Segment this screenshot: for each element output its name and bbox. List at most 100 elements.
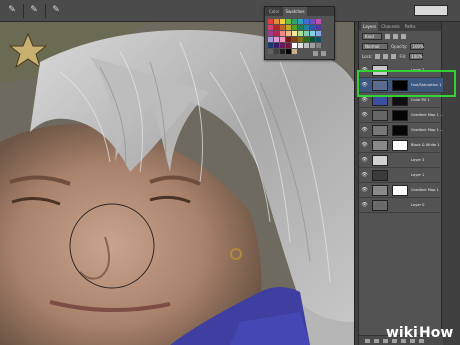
layer-row[interactable]: 👁 Layer 3 [359,153,443,168]
visibility-eye-icon[interactable]: 👁 [361,97,368,104]
fx-icon[interactable] [374,339,379,343]
tab-channels[interactable]: Channels [379,22,402,31]
swatch[interactable] [310,43,315,48]
swatch[interactable] [274,49,279,54]
swatch[interactable] [298,43,303,48]
swatch[interactable] [304,25,309,30]
swatch[interactable] [280,43,285,48]
swatch[interactable] [292,37,297,42]
swatch[interactable] [280,49,285,54]
swatch[interactable] [298,25,303,30]
swatch[interactable] [268,43,273,48]
swatch[interactable] [292,43,297,48]
layer-mask-thumbnail[interactable] [392,185,408,196]
layer-row[interactable]: 👁 Layer 1 [359,168,443,183]
link-icon[interactable] [365,339,370,343]
new-swatch-icon[interactable] [313,51,318,56]
swatch[interactable] [292,19,297,24]
pressure-icon[interactable]: ✎ [28,5,40,16]
swatch[interactable] [304,31,309,36]
swatch[interactable] [274,25,279,30]
visibility-eye-icon[interactable]: 👁 [361,187,368,194]
swatch[interactable] [286,37,291,42]
swatch[interactable] [304,19,309,24]
layer-row[interactable]: 👁 Gradient Map 1 ... [359,108,443,123]
swatch[interactable] [316,37,321,42]
swatch[interactable] [286,31,291,36]
visibility-eye-icon[interactable]: 👁 [361,172,368,179]
blend-mode-select[interactable]: Normal [362,42,388,50]
layer-mask-thumbnail[interactable] [392,110,408,121]
swatch[interactable] [286,49,291,54]
swatch[interactable] [292,31,297,36]
swatch[interactable] [298,37,303,42]
swatch[interactable] [268,31,273,36]
layer-mask-thumbnail[interactable] [392,140,408,151]
lock-pixels-icon[interactable] [375,53,381,59]
swatch[interactable] [304,43,309,48]
layer-thumbnail[interactable] [372,185,388,196]
swatch[interactable] [316,31,321,36]
swatch[interactable] [316,25,321,30]
tab-color[interactable]: Color [267,7,281,16]
layer-thumbnail[interactable] [372,125,388,136]
visibility-eye-icon[interactable]: 👁 [361,112,368,119]
layer-thumbnail[interactable] [372,155,388,166]
swatch[interactable] [274,43,279,48]
layer-row[interactable]: 👁 Gradient Map 1 [359,183,443,198]
swatch[interactable] [310,31,315,36]
workspace-select[interactable] [414,5,448,16]
document-canvas[interactable] [0,22,354,345]
swatch[interactable] [292,25,297,30]
swatch[interactable] [274,19,279,24]
brush-tool-icon[interactable]: ✎ [6,5,18,16]
trash-icon[interactable] [321,51,326,56]
swatch[interactable] [280,31,285,36]
visibility-eye-icon[interactable]: 👁 [361,142,368,149]
tab-swatches[interactable]: Swatches [283,7,307,16]
swatch[interactable] [268,37,273,42]
swatch[interactable] [292,49,297,54]
lock-position-icon[interactable] [383,53,389,59]
swatch[interactable] [298,19,303,24]
swatch[interactable] [286,43,291,48]
swatch[interactable] [274,31,279,36]
swatch[interactable] [268,25,273,30]
filter-pixel-icon[interactable] [385,33,390,39]
swatch[interactable] [280,25,285,30]
swatch[interactable] [298,31,303,36]
opacity-field[interactable]: 100% [410,42,425,50]
swatch[interactable] [304,37,309,42]
filter-type-icon[interactable] [401,33,406,39]
layer-thumbnail[interactable] [372,170,388,181]
lock-all-icon[interactable] [391,53,397,59]
swatch[interactable] [310,25,315,30]
layer-row[interactable]: 👁 Black & White 1 [359,138,443,153]
swatch[interactable] [268,19,273,24]
layer-thumbnail[interactable] [372,200,388,211]
fill-field[interactable]: 100% [409,52,424,60]
swatch[interactable] [286,25,291,30]
visibility-eye-icon[interactable]: 👁 [361,202,368,209]
visibility-eye-icon[interactable]: 👁 [361,157,368,164]
tab-layers[interactable]: Layers [361,22,379,31]
swatch[interactable] [316,19,321,24]
kind-filter-select[interactable]: Kind [362,32,382,40]
layer-thumbnail[interactable] [372,140,388,151]
layer-row[interactable]: 👁 Layer 0 [359,198,443,213]
swatch[interactable] [268,49,273,54]
swatch[interactable] [310,19,315,24]
swatch[interactable] [274,37,279,42]
swatch[interactable] [310,37,315,42]
swatch[interactable] [316,43,321,48]
swatch[interactable] [280,19,285,24]
filter-adjust-icon[interactable] [393,33,398,39]
layer-mask-thumbnail[interactable] [392,125,408,136]
layer-row[interactable]: 👁 Gradient Map 1 ... [359,123,443,138]
swatch[interactable] [286,19,291,24]
tab-paths[interactable]: Paths [403,22,418,31]
visibility-eye-icon[interactable]: 👁 [361,127,368,134]
swatch[interactable] [280,37,285,42]
airbrush-icon[interactable]: ✎ [50,5,62,16]
layer-thumbnail[interactable] [372,110,388,121]
